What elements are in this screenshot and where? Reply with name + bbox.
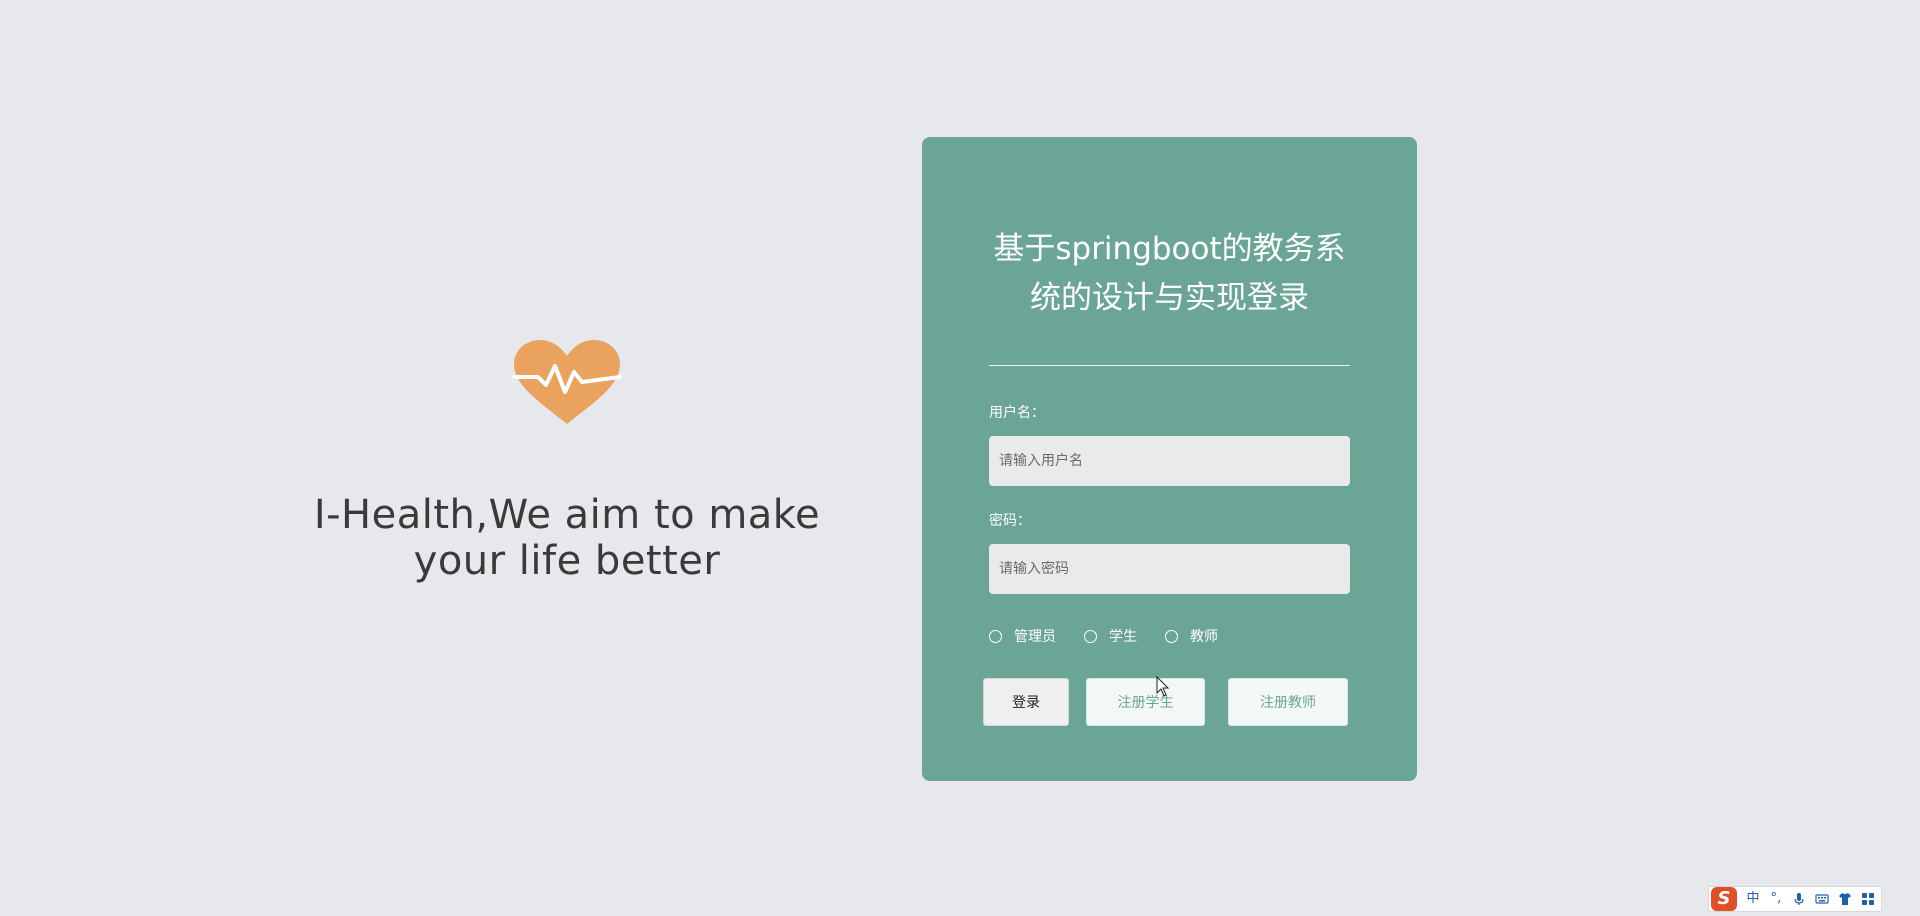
role-option-student[interactable]: 学生	[1084, 626, 1137, 646]
ime-logo[interactable]: S	[1711, 887, 1737, 911]
username-input[interactable]	[989, 436, 1350, 486]
ime-mode-toggle[interactable]: 中	[1746, 887, 1760, 911]
role-label-teacher: 教师	[1190, 629, 1218, 645]
login-title: 基于springboot的教务系 统的设计与实现登录	[982, 225, 1357, 323]
role-label-student: 学生	[1109, 629, 1137, 645]
password-input[interactable]	[989, 544, 1350, 594]
title-divider	[989, 365, 1350, 366]
username-label: 用户名：	[989, 405, 1045, 421]
role-option-teacher[interactable]: 教师	[1165, 626, 1218, 646]
login-title-line-1: 基于springboot的教务系	[993, 231, 1346, 267]
register-teacher-button[interactable]: 注册教师	[1228, 678, 1348, 726]
tagline: I-Health,We aim to make your life better	[300, 492, 834, 584]
ime-punctuation-toggle[interactable]: °,	[1769, 887, 1783, 911]
login-title-line-2: 统的设计与实现登录	[1030, 280, 1309, 316]
shirt-icon[interactable]	[1838, 892, 1852, 906]
brand-panel: I-Health,We aim to make your life better	[300, 340, 834, 584]
role-selector: 管理员 学生 教师	[989, 626, 1246, 646]
login-button[interactable]: 登录	[983, 678, 1069, 726]
keyboard-icon[interactable]	[1815, 892, 1829, 906]
radio-teacher[interactable]	[1165, 629, 1178, 643]
ime-toolbar: S 中 °,	[1708, 886, 1882, 912]
tagline-line-1: I-Health,We aim to make	[313, 492, 821, 538]
tagline-line-2: your life better	[413, 538, 721, 584]
password-label: 密码：	[989, 513, 1031, 529]
role-option-admin[interactable]: 管理员	[989, 626, 1056, 646]
mouse-cursor-icon	[1156, 676, 1170, 697]
radio-admin[interactable]	[989, 629, 1002, 643]
register-student-button[interactable]: 注册学生	[1086, 678, 1205, 726]
heart-pulse-icon	[512, 340, 622, 424]
grid-icon[interactable]	[1861, 892, 1875, 906]
role-label-admin: 管理员	[1014, 629, 1056, 645]
radio-student[interactable]	[1084, 629, 1097, 643]
login-page: I-Health,We aim to make your life better…	[0, 0, 1920, 916]
microphone-icon[interactable]	[1792, 892, 1806, 906]
